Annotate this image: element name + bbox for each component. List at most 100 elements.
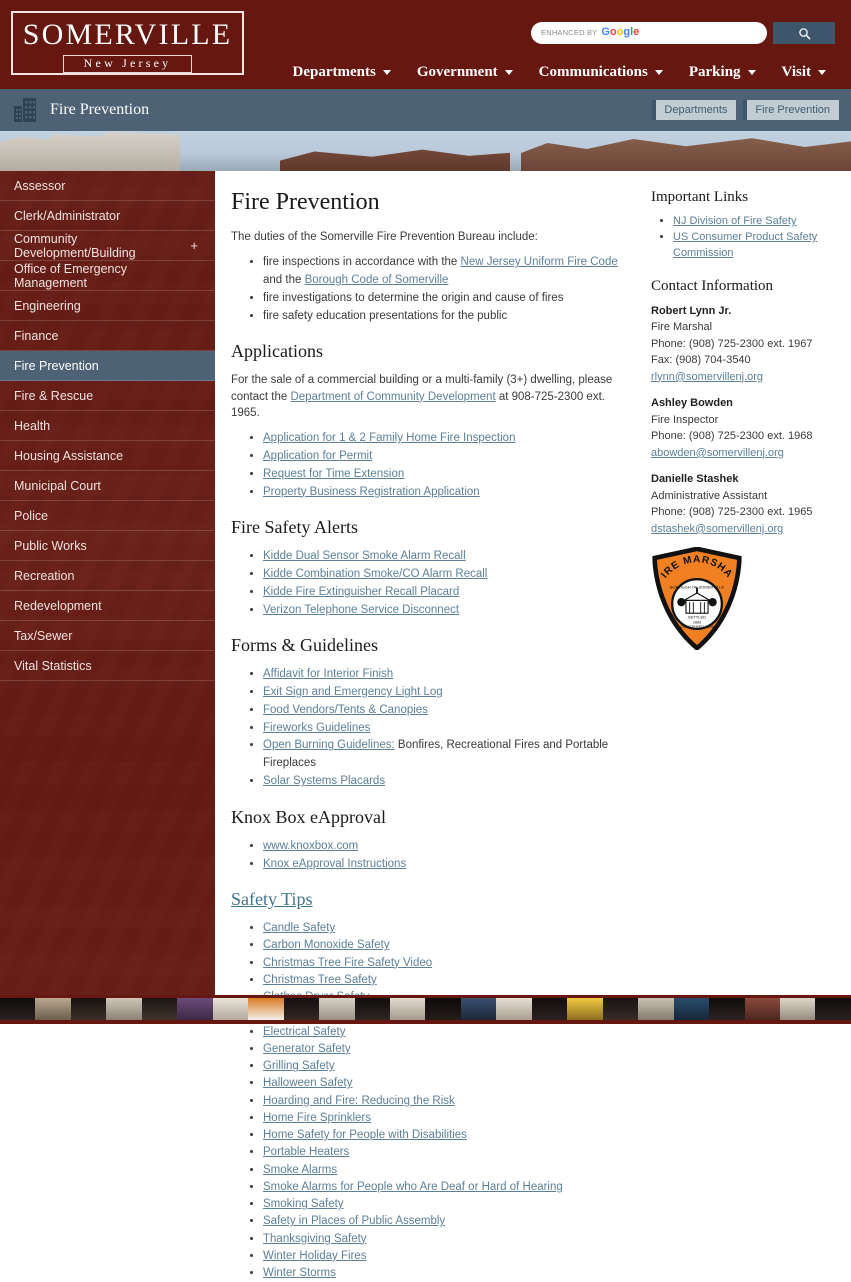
sidebar-item-police[interactable]: Police [0, 501, 215, 531]
link-solar-systems-placards[interactable]: Solar Systems Placards [263, 775, 385, 787]
nav-item-departments[interactable]: Departments [280, 64, 404, 81]
nav-item-visit[interactable]: Visit [769, 64, 839, 81]
link-nj-division-of-fire-safety[interactable]: NJ Division of Fire Safety [673, 215, 796, 227]
sidebar-item-engineering[interactable]: Engineering [0, 291, 215, 321]
knox-list: www.knoxbox.com Knox eApproval Instructi… [231, 838, 623, 874]
contact-email-link[interactable]: abowden@somervillenj.org [651, 447, 784, 459]
contact-role: Fire Marshal [651, 321, 713, 334]
link-verizon-telephone-service-disconnect[interactable]: Verizon Telephone Service Disconnect [263, 604, 459, 616]
list-item: Christmas Tree Fire Safety Video [263, 955, 623, 972]
footer-photo-cell [283, 998, 320, 1020]
sidebar-item-public-works[interactable]: Public Works [0, 531, 215, 561]
contact-email-link[interactable]: rlynn@somervillenj.org [651, 371, 763, 383]
list-item: Exit Sign and Emergency Light Log [263, 684, 623, 702]
sidebar-item-municipal-court[interactable]: Municipal Court [0, 471, 215, 501]
link-us-consumer-product-safety-commission[interactable]: US Consumer Product Safety Commission [673, 231, 817, 259]
sidebar-item-fire-prevention[interactable]: Fire Prevention [0, 351, 215, 381]
sidebar-item-recreation[interactable]: Recreation [0, 561, 215, 591]
link-halloween-safety[interactable]: Halloween Safety [263, 1077, 353, 1089]
link-kidde-dual-sensor-smoke-alarm-recall[interactable]: Kidde Dual Sensor Smoke Alarm Recall [263, 550, 466, 562]
sidebar-item-assessor[interactable]: Assessor [0, 171, 215, 201]
contact-email-wrap: abowden@somervillenj.org [651, 445, 839, 462]
search-icon [798, 27, 810, 39]
sidebar-item-tax-sewer[interactable]: Tax/Sewer [0, 621, 215, 651]
link-smoke-alarms-deaf-hard-of-hearing[interactable]: Smoke Alarms for People who Are Deaf or … [263, 1181, 563, 1193]
link-property-business-registration-application[interactable]: Property Business Registration Applicati… [263, 486, 480, 498]
sidebar-item-office-of-emergency-management[interactable]: Office of Emergency Management [0, 261, 215, 291]
link-borough-code-of-somerville[interactable]: Borough Code of Somerville [305, 274, 449, 286]
sidebar-item-housing-assistance[interactable]: Housing Assistance [0, 441, 215, 471]
breadcrumb-item-fire-prevention[interactable]: Fire Prevention [743, 100, 839, 120]
sidebar-item-clerk-administrator[interactable]: Clerk/Administrator [0, 201, 215, 231]
footer-photo-cell [425, 998, 461, 1020]
link-winter-holiday-fires[interactable]: Winter Holiday Fires [263, 1250, 367, 1262]
nav-item-government[interactable]: Government [404, 64, 526, 81]
search-input[interactable] [531, 22, 767, 44]
link-request-for-time-extension[interactable]: Request for Time Extension [263, 468, 404, 480]
link-application-1-2-family-home-fire-inspection[interactable]: Application for 1 & 2 Family Home Fire I… [263, 432, 515, 444]
link-affidavit-for-interior-finish[interactable]: Affidavit for Interior Finish [263, 668, 393, 680]
sidebar-item-label: Housing Assistance [14, 448, 124, 463]
link-open-burning-guidelines[interactable]: Open Burning Guidelines: [263, 739, 395, 751]
link-knoxbox-website[interactable]: www.knoxbox.com [263, 840, 358, 852]
sidebar-item-label: Health [14, 418, 51, 433]
applications-list: Application for 1 & 2 Family Home Fire I… [231, 430, 623, 501]
link-kidde-fire-extinguisher-recall-placard[interactable]: Kidde Fire Extinguisher Recall Placard [263, 586, 459, 598]
link-hoarding-and-fire[interactable]: Hoarding and Fire: Reducing the Risk [263, 1095, 455, 1107]
list-item: Electrical Safety [263, 1024, 623, 1041]
section-heading-knox-box-eapproval: Knox Box eApproval [231, 806, 386, 827]
section-heading-fire-safety-alerts: Fire Safety Alerts [231, 517, 358, 538]
link-candle-safety[interactable]: Candle Safety [263, 922, 335, 934]
footer-photo-strip [0, 995, 851, 1024]
link-nj-uniform-fire-code[interactable]: New Jersey Uniform Fire Code [461, 256, 618, 268]
link-safety-tips[interactable]: Safety Tips [231, 889, 313, 909]
search-button[interactable] [773, 22, 835, 44]
contact-role: Administrative Assistant [651, 489, 768, 502]
site-logo[interactable]: SOMERVILLE New Jersey [11, 11, 244, 75]
nav-item-parking[interactable]: Parking [676, 64, 769, 81]
breadcrumb-item-departments[interactable]: Departments [652, 100, 737, 120]
link-food-vendors-tents-canopies[interactable]: Food Vendors/Tents & Canopies [263, 704, 428, 716]
link-christmas-tree-fire-safety-video[interactable]: Christmas Tree Fire Safety Video [263, 957, 432, 969]
link-thanksgiving-safety[interactable]: Thanksgiving Safety [263, 1233, 367, 1245]
link-kidde-combination-smoke-co-alarm-recall[interactable]: Kidde Combination Smoke/CO Alarm Recall [263, 568, 487, 580]
svg-text:SETTLED: SETTLED [688, 615, 706, 620]
link-home-fire-sprinklers[interactable]: Home Fire Sprinklers [263, 1112, 371, 1124]
list-item: Hoarding and Fire: Reducing the Risk [263, 1093, 623, 1110]
nav-item-communications[interactable]: Communications [526, 64, 676, 81]
link-christmas-tree-safety[interactable]: Christmas Tree Safety [263, 974, 377, 986]
link-winter-storms[interactable]: Winter Storms [263, 1267, 336, 1279]
list-item: Property Business Registration Applicati… [263, 484, 623, 502]
link-portable-heaters[interactable]: Portable Heaters [263, 1146, 349, 1158]
sidebar-item-vital-statistics[interactable]: Vital Statistics [0, 651, 215, 681]
link-smoking-safety[interactable]: Smoking Safety [263, 1198, 344, 1210]
sidebar-item-community-development-building[interactable]: Community Development/Building + [0, 231, 215, 261]
sidebar-item-finance[interactable]: Finance [0, 321, 215, 351]
link-application-for-permit[interactable]: Application for Permit [263, 450, 372, 462]
link-grilling-safety[interactable]: Grilling Safety [263, 1060, 335, 1072]
link-department-of-community-development[interactable]: Department of Community Development [290, 391, 495, 403]
link-home-safety-for-people-with-disabilities[interactable]: Home Safety for People with Disabilities [263, 1129, 467, 1141]
footer-photo-cell [460, 998, 497, 1020]
footer-photo-cell [673, 998, 710, 1020]
safety-tips-list: Candle Safety Carbon Monoxide Safety Chr… [231, 920, 623, 1282]
link-fireworks-guidelines[interactable]: Fireworks Guidelines [263, 722, 370, 734]
link-exit-sign-and-emergency-light-log[interactable]: Exit Sign and Emergency Light Log [263, 686, 443, 698]
banner-photo [0, 131, 851, 171]
sidebar-item-label: Assessor [14, 178, 66, 193]
expand-plus-icon[interactable]: + [190, 238, 201, 253]
logo-city-name: SOMERVILLE [22, 18, 233, 51]
sidebar-item-label: Community Development/Building [14, 231, 136, 260]
sidebar-item-fire-rescue[interactable]: Fire & Rescue [0, 381, 215, 411]
list-item: www.knoxbox.com [263, 838, 623, 856]
link-safety-in-places-of-public-assembly[interactable]: Safety in Places of Public Assembly [263, 1215, 445, 1227]
link-smoke-alarms[interactable]: Smoke Alarms [263, 1164, 337, 1176]
contact-email-link[interactable]: dstashek@somervillenj.org [651, 523, 783, 535]
sidebar-item-health[interactable]: Health [0, 411, 215, 441]
link-electrical-safety[interactable]: Electrical Safety [263, 1026, 345, 1038]
link-generator-safety[interactable]: Generator Safety [263, 1043, 351, 1055]
link-carbon-monoxide-safety[interactable]: Carbon Monoxide Safety [263, 939, 390, 951]
chevron-down-icon [382, 70, 391, 75]
sidebar-item-redevelopment[interactable]: Redevelopment [0, 591, 215, 621]
link-knox-eapproval-instructions[interactable]: Knox eApproval Instructions [263, 858, 406, 870]
